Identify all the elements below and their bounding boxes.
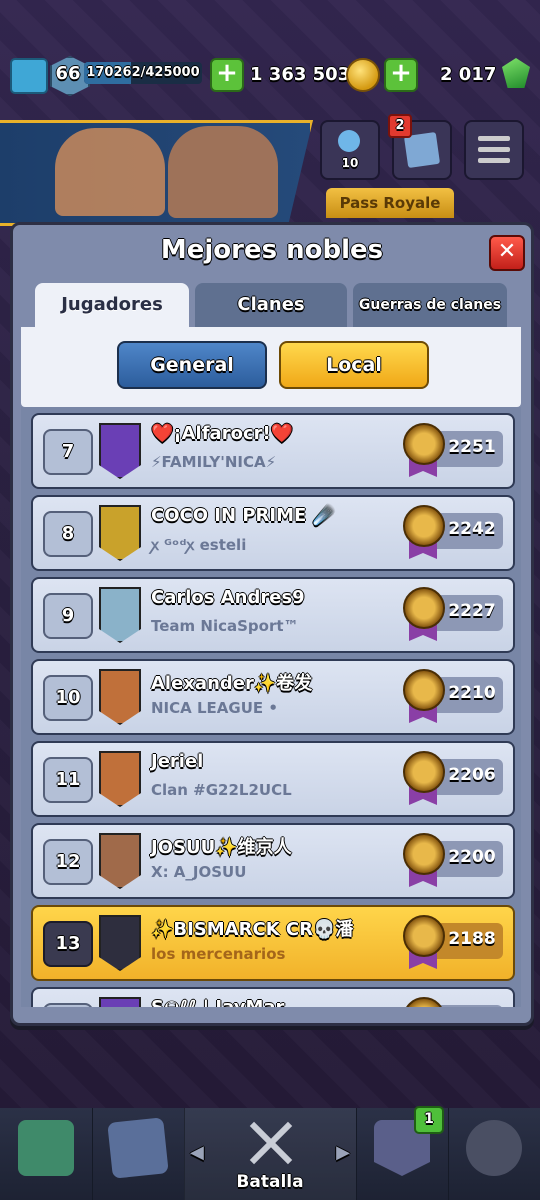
trophy-count: 2206 — [448, 765, 496, 785]
friend-head-icon — [338, 130, 360, 152]
player-name: ❤️¡Alfarocr!❤️ — [151, 423, 294, 444]
player-clan-name: NICA LEAGUE • — [151, 699, 278, 717]
leaderboard-row[interactable]: 9 Carlos Andres9 Team NicaSport™ 2227 — [31, 577, 515, 653]
chevron-left-icon: ◀ — [190, 1142, 204, 1163]
trophy-count: 2251 — [448, 437, 496, 457]
crossed-swords-icon — [242, 1114, 298, 1170]
banner-character-left — [55, 128, 165, 216]
gold-coin-icon — [346, 58, 380, 92]
player-name: S℮ℓℓ | JayMar — [151, 997, 284, 1007]
player-name: Alexander✨卷发 — [151, 673, 313, 694]
scope-panel — [21, 327, 521, 407]
leaderboard-row[interactable]: 13 ✨BISMARCK CR💀潘 los mercenarios 2188 — [31, 905, 515, 981]
rank-number — [43, 1003, 93, 1007]
crown-medal-icon — [403, 833, 445, 875]
trophy-count: 2210 — [448, 683, 496, 703]
hamburger-icon — [478, 136, 510, 141]
player-clan-name: ⚡FAMILY'NICA⚡ — [151, 453, 277, 471]
cards-icon — [107, 1117, 169, 1179]
close-icon[interactable]: ✕ — [489, 235, 525, 271]
trophy-count: 2242 — [448, 519, 496, 539]
player-name: JOSUU✨维京人 — [151, 837, 292, 858]
player-clan-name: X: A_JOSUU — [151, 863, 247, 881]
clan-badge-icon — [99, 587, 141, 643]
general-button[interactable]: General — [117, 341, 267, 389]
add-gold-button[interactable]: + — [210, 58, 244, 92]
nav-battle-label: Batalla — [236, 1172, 304, 1192]
tab-players[interactable]: Jugadores — [35, 283, 189, 327]
leaderboard-row[interactable]: 10 Alexander✨卷发 NICA LEAGUE • 2210 — [31, 659, 515, 735]
leaderboard-row[interactable]: 8 COCO IN PRIME ☄️ ꭗ ᴳᵒᵈꭗ esteli 2242 — [31, 495, 515, 571]
pass-royale-tab[interactable]: Pass Royale — [326, 188, 454, 218]
trophy-count: 2227 — [448, 601, 496, 621]
banner-character-right — [168, 126, 278, 218]
rank-number: 10 — [43, 675, 93, 721]
clan-badge-icon — [99, 423, 141, 479]
tab-clans[interactable]: Clanes — [195, 283, 347, 327]
player-clan-name: los mercenarios — [151, 945, 286, 963]
leaderboard-row[interactable]: S℮ℓℓ | JayMar — [31, 987, 515, 1007]
rank-number: 11 — [43, 757, 93, 803]
clan-badge-icon — [99, 669, 141, 725]
player-name: COCO IN PRIME ☄️ — [151, 505, 335, 526]
leaderboard-modal: Mejores nobles ✕ Jugadores Clanes Guerra… — [10, 222, 534, 1026]
rank-number: 8 — [43, 511, 93, 557]
rank-number: 12 — [43, 839, 93, 885]
gems-amount: 2 017 — [440, 64, 497, 85]
crown-medal-icon — [403, 669, 445, 711]
clan-badge-icon — [99, 751, 141, 807]
trophy-count: 2188 — [448, 929, 496, 949]
shop-chest-icon — [18, 1120, 74, 1176]
player-clan-name: Clan #G22L2UCL — [151, 781, 292, 799]
clan-badge-icon — [99, 997, 141, 1007]
king-tower-icon[interactable] — [10, 58, 48, 94]
gold-amount: 1 363 503 — [250, 64, 351, 85]
leaderboard-row[interactable]: 7 ❤️¡Alfarocr!❤️ ⚡FAMILY'NICA⚡ 2251 — [31, 413, 515, 489]
friends-button[interactable]: 10 — [320, 120, 380, 180]
crown-medal-icon — [403, 587, 445, 629]
player-clan-name: ꭗ ᴳᵒᵈꭗ esteli — [151, 536, 247, 554]
leaderboard-row[interactable]: 11 Jeriel Clan #G22L2UCL 2206 — [31, 741, 515, 817]
player-name: Jeriel — [151, 751, 204, 772]
news-badge: 2 — [388, 114, 412, 138]
level-number: 66 — [55, 63, 81, 84]
player-name: Carlos Andres9 — [151, 587, 305, 608]
player-name: ✨BISMARCK CR💀潘 — [151, 919, 354, 940]
clan-badge-icon — [99, 833, 141, 889]
crown-medal-icon — [403, 997, 445, 1007]
player-clan-name: Team NicaSport™ — [151, 617, 299, 635]
clan-badge-icon — [99, 915, 141, 971]
crown-medal-icon — [403, 505, 445, 547]
tab-clan-wars[interactable]: Guerras de clanes — [353, 283, 507, 327]
modal-title: Mejores nobles — [160, 235, 384, 265]
rank-number: 9 — [43, 593, 93, 639]
crown-medal-icon — [403, 915, 445, 957]
clan-badge-count: 1 — [414, 1106, 444, 1134]
add-gems-button[interactable]: + — [384, 58, 418, 92]
crown-medal-icon — [403, 751, 445, 793]
xp-text: 170262/425000 — [86, 65, 200, 80]
clan-badge-icon — [99, 505, 141, 561]
menu-button[interactable] — [464, 120, 524, 180]
chevron-right-icon: ▶ — [336, 1142, 350, 1163]
leaderboard-row[interactable]: 12 JOSUU✨维京人 X: A_JOSUU 2200 — [31, 823, 515, 899]
leaderboard-list[interactable]: 7 ❤️¡Alfarocr!❤️ ⚡FAMILY'NICA⚡ 2251 8 CO… — [21, 407, 521, 1007]
friends-count: 10 — [341, 156, 359, 170]
events-helmet-icon — [466, 1120, 522, 1176]
rank-number: 7 — [43, 429, 93, 475]
rank-number: 13 — [43, 921, 93, 967]
trophy-count: 2200 — [448, 847, 496, 867]
local-button[interactable]: Local — [279, 341, 429, 389]
crown-medal-icon — [403, 423, 445, 465]
